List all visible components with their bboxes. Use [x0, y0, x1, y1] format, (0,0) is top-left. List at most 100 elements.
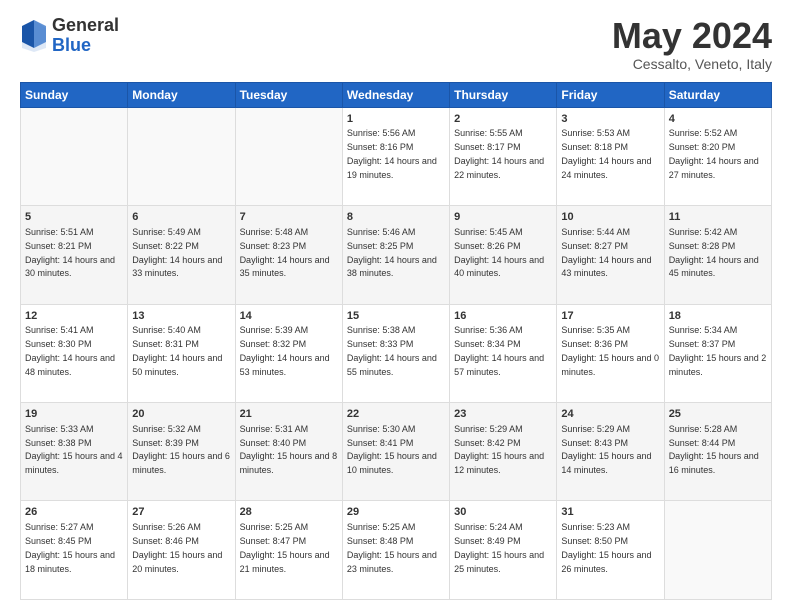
day-info: Sunrise: 5:29 AMSunset: 8:42 PMDaylight:… — [454, 424, 544, 475]
header-monday: Monday — [128, 82, 235, 107]
day-number: 28 — [240, 505, 338, 520]
calendar-cell: 2Sunrise: 5:55 AMSunset: 8:17 PMDaylight… — [450, 107, 557, 205]
day-info: Sunrise: 5:46 AMSunset: 8:25 PMDaylight:… — [347, 227, 437, 278]
day-number: 25 — [669, 407, 767, 422]
calendar-cell: 28 Sunrise: 5:25 AMSunset: 8:47 PMDayligh… — [235, 501, 342, 600]
day-info: Sunrise: 5:33 AMSunset: 8:38 PMDaylight:… — [25, 424, 123, 475]
calendar-cell — [664, 501, 771, 600]
day-number: 15 — [347, 309, 445, 324]
title-block: May 2024 Cessalto, Veneto, Italy — [612, 16, 772, 72]
calendar-cell: 27 Sunrise: 5:26 AMSunset: 8:46 PMDayligh… — [128, 501, 235, 600]
day-number: 3 — [561, 112, 659, 127]
calendar-cell: 9 Sunrise: 5:45 AMSunset: 8:26 PMDaylight… — [450, 206, 557, 304]
calendar-cell: 14Sunrise: 5:39 AMSunset: 8:32 PMDayligh… — [235, 304, 342, 402]
header-saturday: Saturday — [664, 82, 771, 107]
calendar-cell: 13Sunrise: 5:40 AMSunset: 8:31 PMDayligh… — [128, 304, 235, 402]
day-info: Sunrise: 5:25 AMSunset: 8:48 PMDaylight:… — [347, 522, 437, 573]
day-number: 9 — [454, 210, 552, 225]
calendar-cell — [21, 107, 128, 205]
calendar-cell: 7Sunrise: 5:48 AMSunset: 8:23 PMDaylight… — [235, 206, 342, 304]
day-info: Sunrise: 5:30 AMSunset: 8:41 PMDaylight:… — [347, 424, 437, 475]
week-row-4: 26Sunrise: 5:27 AMSunset: 8:45 PMDayligh… — [21, 501, 772, 600]
day-number: 16 — [454, 309, 552, 324]
calendar-cell — [235, 107, 342, 205]
day-number: 20 — [132, 407, 230, 422]
calendar-cell: 5 Sunrise: 5:51 AMSunset: 8:21 PMDaylight… — [21, 206, 128, 304]
calendar-cell: 23 Sunrise: 5:29 AMSunset: 8:42 PMDayligh… — [450, 403, 557, 501]
day-info: Sunrise: 5:38 AMSunset: 8:33 PMDaylight:… — [347, 325, 437, 376]
day-number: 24 — [561, 407, 659, 422]
header-friday: Friday — [557, 82, 664, 107]
day-info: Sunrise: 5:35 AMSunset: 8:36 PMDaylight:… — [561, 325, 659, 376]
calendar-cell: 31 Sunrise: 5:23 AMSunset: 8:50 PMDayligh… — [557, 501, 664, 600]
day-info: Sunrise: 5:39 AMSunset: 8:32 PMDaylight:… — [240, 325, 330, 376]
day-info: Sunrise: 5:48 AMSunset: 8:23 PMDaylight:… — [240, 227, 330, 278]
day-number: 4 — [669, 112, 767, 127]
calendar-cell: 24 Sunrise: 5:29 AMSunset: 8:43 PMDayligh… — [557, 403, 664, 501]
calendar-cell: 6 Sunrise: 5:49 AMSunset: 8:22 PMDaylight… — [128, 206, 235, 304]
day-info: Sunrise: 5:23 AMSunset: 8:50 PMDaylight:… — [561, 522, 651, 573]
day-number: 19 — [25, 407, 123, 422]
header-wednesday: Wednesday — [342, 82, 449, 107]
month-title: May 2024 — [612, 16, 772, 56]
day-number: 29 — [347, 505, 445, 520]
day-info: Sunrise: 5:25 AMSunset: 8:47 PMDaylight:… — [240, 522, 330, 573]
calendar-cell: 26Sunrise: 5:27 AMSunset: 8:45 PMDayligh… — [21, 501, 128, 600]
calendar-cell: 3Sunrise: 5:53 AMSunset: 8:18 PMDaylight… — [557, 107, 664, 205]
logo-icon — [20, 18, 48, 54]
day-number: 8 — [347, 210, 445, 225]
day-info: Sunrise: 5:41 AMSunset: 8:30 PMDaylight:… — [25, 325, 115, 376]
day-number: 13 — [132, 309, 230, 324]
day-number: 11 — [669, 210, 767, 225]
calendar-cell: 19 Sunrise: 5:33 AMSunset: 8:38 PMDayligh… — [21, 403, 128, 501]
logo-text: General Blue — [52, 16, 119, 56]
day-info: Sunrise: 5:31 AMSunset: 8:40 PMDaylight:… — [240, 424, 338, 475]
logo: General Blue — [20, 16, 119, 56]
calendar-cell: 22Sunrise: 5:30 AMSunset: 8:41 PMDayligh… — [342, 403, 449, 501]
day-info: Sunrise: 5:45 AMSunset: 8:26 PMDaylight:… — [454, 227, 544, 278]
day-info: Sunrise: 5:53 AMSunset: 8:18 PMDaylight:… — [561, 128, 651, 179]
day-info: Sunrise: 5:40 AMSunset: 8:31 PMDaylight:… — [132, 325, 222, 376]
week-row-3: 19 Sunrise: 5:33 AMSunset: 8:38 PMDayligh… — [21, 403, 772, 501]
calendar-cell: 8 Sunrise: 5:46 AMSunset: 8:25 PMDaylight… — [342, 206, 449, 304]
calendar-table: Sunday Monday Tuesday Wednesday Thursday… — [20, 82, 772, 600]
logo-general-text: General — [52, 16, 119, 36]
day-number: 31 — [561, 505, 659, 520]
header-thursday: Thursday — [450, 82, 557, 107]
day-number: 23 — [454, 407, 552, 422]
calendar-cell: 29 Sunrise: 5:25 AMSunset: 8:48 PMDayligh… — [342, 501, 449, 600]
calendar-cell: 25 Sunrise: 5:28 AMSunset: 8:44 PMDayligh… — [664, 403, 771, 501]
day-number: 5 — [25, 210, 123, 225]
header-sunday: Sunday — [21, 82, 128, 107]
day-info: Sunrise: 5:51 AMSunset: 8:21 PMDaylight:… — [25, 227, 115, 278]
day-number: 1 — [347, 112, 445, 127]
day-number: 2 — [454, 112, 552, 127]
page: General Blue May 2024 Cessalto, Veneto, … — [0, 0, 792, 612]
day-number: 10 — [561, 210, 659, 225]
day-info: Sunrise: 5:28 AMSunset: 8:44 PMDaylight:… — [669, 424, 759, 475]
day-info: Sunrise: 5:52 AMSunset: 8:20 PMDaylight:… — [669, 128, 759, 179]
calendar-cell: 21 Sunrise: 5:31 AMSunset: 8:40 PMDayligh… — [235, 403, 342, 501]
location: Cessalto, Veneto, Italy — [612, 56, 772, 72]
week-row-1: 5 Sunrise: 5:51 AMSunset: 8:21 PMDaylight… — [21, 206, 772, 304]
calendar-cell: 17Sunrise: 5:35 AMSunset: 8:36 PMDayligh… — [557, 304, 664, 402]
day-info: Sunrise: 5:29 AMSunset: 8:43 PMDaylight:… — [561, 424, 651, 475]
day-info: Sunrise: 5:27 AMSunset: 8:45 PMDaylight:… — [25, 522, 115, 573]
day-number: 21 — [240, 407, 338, 422]
calendar-cell: 1Sunrise: 5:56 AMSunset: 8:16 PMDaylight… — [342, 107, 449, 205]
day-info: Sunrise: 5:55 AMSunset: 8:17 PMDaylight:… — [454, 128, 544, 179]
day-number: 6 — [132, 210, 230, 225]
calendar-cell: 12Sunrise: 5:41 AMSunset: 8:30 PMDayligh… — [21, 304, 128, 402]
day-info: Sunrise: 5:26 AMSunset: 8:46 PMDaylight:… — [132, 522, 222, 573]
day-info: Sunrise: 5:36 AMSunset: 8:34 PMDaylight:… — [454, 325, 544, 376]
day-number: 18 — [669, 309, 767, 324]
day-info: Sunrise: 5:32 AMSunset: 8:39 PMDaylight:… — [132, 424, 230, 475]
header: General Blue May 2024 Cessalto, Veneto, … — [20, 16, 772, 72]
day-number: 27 — [132, 505, 230, 520]
day-info: Sunrise: 5:56 AMSunset: 8:16 PMDaylight:… — [347, 128, 437, 179]
calendar-cell: 30Sunrise: 5:24 AMSunset: 8:49 PMDayligh… — [450, 501, 557, 600]
calendar-cell: 16Sunrise: 5:36 AMSunset: 8:34 PMDayligh… — [450, 304, 557, 402]
day-info: Sunrise: 5:49 AMSunset: 8:22 PMDaylight:… — [132, 227, 222, 278]
header-tuesday: Tuesday — [235, 82, 342, 107]
calendar-cell: 20 Sunrise: 5:32 AMSunset: 8:39 PMDayligh… — [128, 403, 235, 501]
